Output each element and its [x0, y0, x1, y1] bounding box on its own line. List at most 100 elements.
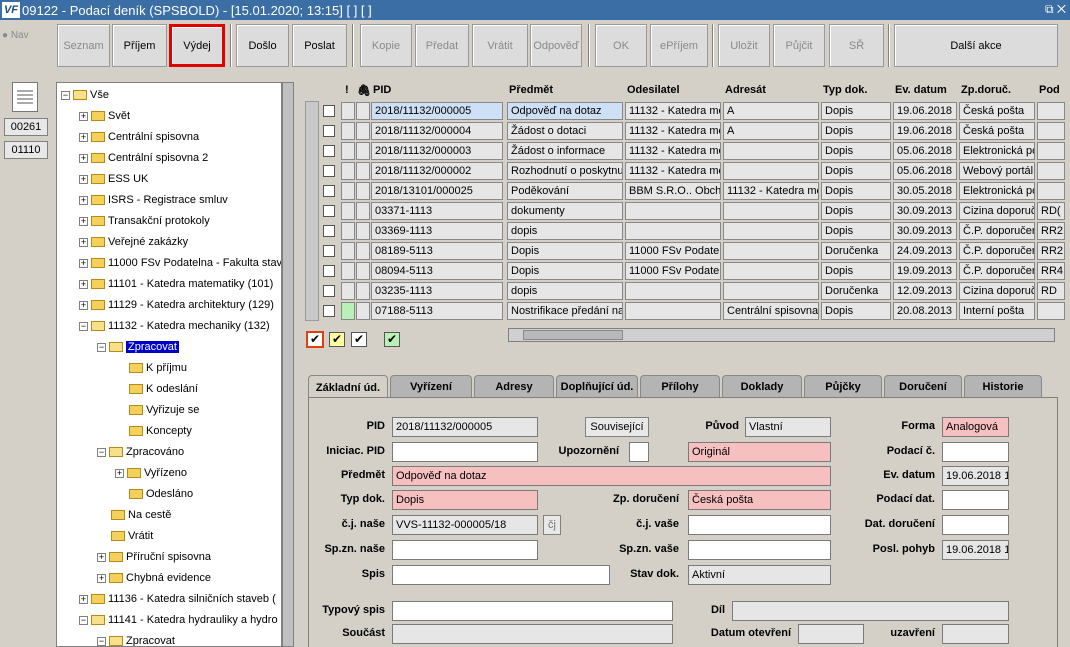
tree-item[interactable]: + Centrální spisovna 2 [79, 148, 208, 168]
grid-cell[interactable]: Webový portál [959, 162, 1035, 180]
grid-cell[interactable]: Dopis [821, 142, 891, 160]
expand-icon[interactable]: + [79, 111, 88, 121]
grid-cell[interactable]: Doručenka [821, 282, 891, 300]
row-checkbox[interactable] [323, 125, 335, 137]
grid-cell[interactable]: 24.09.2013 [893, 242, 957, 260]
soucast-field[interactable] [392, 624, 673, 644]
pravaha-field[interactable]: Originál [688, 442, 831, 462]
tree-item[interactable]: Odesláno [129, 484, 193, 504]
col-header-evdatum[interactable]: Ev. datum [893, 80, 959, 100]
grid-cell[interactable]: 07188-5113 [371, 302, 503, 320]
grid-cell[interactable]: Dopis [821, 262, 891, 280]
grid-cell[interactable]: dokumenty [507, 202, 623, 220]
tree-item[interactable]: + Transakční protokoly [79, 211, 210, 231]
row-flag-cell[interactable] [341, 282, 355, 300]
grid-cell[interactable]: Cizina doporuč [959, 282, 1035, 300]
grid-cell[interactable]: Interní pošta [959, 302, 1035, 320]
evdatum-field[interactable]: 19.06.2018 1 [942, 466, 1009, 486]
grid-cell[interactable] [625, 222, 721, 240]
grid-cell[interactable] [625, 282, 721, 300]
grid-cell[interactable]: Elektronická po [959, 142, 1035, 160]
attachment-icon[interactable]: 🖇 [355, 80, 371, 100]
collapse-icon[interactable]: − [97, 342, 106, 352]
vydej-button[interactable]: Výdej [169, 24, 225, 67]
tree-item[interactable]: + ISRS - Registrace smluv [79, 190, 228, 210]
row-checkbox[interactable] [323, 305, 335, 317]
grid-cell[interactable] [723, 242, 819, 260]
row-attachment-cell[interactable] [356, 222, 370, 240]
collapse-icon[interactable]: − [79, 615, 88, 625]
grid-cell[interactable]: Cizina doporuč [959, 202, 1035, 220]
grid-cell[interactable]: 30.05.2018 [893, 182, 957, 200]
row-attachment-cell[interactable] [356, 182, 370, 200]
tree-item[interactable]: − Zpracovat [97, 631, 175, 646]
grid-cell[interactable]: 11132 - Katedra me [723, 182, 819, 200]
grid-cell[interactable]: 2018/13101/000025 [371, 182, 503, 200]
grid-cell[interactable]: 11132 - Katedra me [625, 102, 721, 120]
spznvase-field[interactable] [688, 540, 831, 560]
row-checkbox[interactable] [323, 225, 335, 237]
row-flag-cell[interactable] [341, 102, 355, 120]
sr-button[interactable]: SŘ [829, 24, 884, 67]
grid-cell[interactable]: 30.09.2013 [893, 202, 957, 220]
collapse-icon[interactable]: − [79, 321, 88, 331]
grid-cell[interactable]: 20.08.2013 [893, 302, 957, 320]
tree-item-zpracovat[interactable]: − Zpracovat [97, 337, 179, 357]
grid-cell[interactable]: Rozhodnutí o poskytnut [507, 162, 623, 180]
grid-cell[interactable]: Elektronická po [959, 182, 1035, 200]
row-flag-cell[interactable] [341, 122, 355, 140]
grid-cell[interactable]: 08189-5113 [371, 242, 503, 260]
typdok-field[interactable]: Dopis [392, 490, 538, 510]
grid-cell[interactable]: 30.09.2013 [893, 222, 957, 240]
cj-button[interactable]: čj [543, 515, 561, 535]
expand-icon[interactable]: + [79, 258, 88, 268]
tree-item[interactable]: + Svět [79, 106, 130, 126]
eprijem-button[interactable]: ePříjem [650, 24, 708, 67]
grid-cell[interactable]: Česká pošta [959, 122, 1035, 140]
grid-cell[interactable] [1037, 142, 1065, 160]
souvisejici-button[interactable]: Související [585, 417, 649, 437]
stavdok-field[interactable]: Aktivní [688, 565, 831, 585]
kopie-button[interactable]: Kopie [360, 24, 412, 67]
grid-cell[interactable] [723, 142, 819, 160]
grid-cell[interactable]: RD( [1037, 202, 1065, 220]
expand-icon[interactable]: + [79, 216, 88, 226]
expand-icon[interactable]: + [79, 195, 88, 205]
tab-historie[interactable]: Historie [964, 375, 1042, 397]
typovyspis-field[interactable] [392, 601, 673, 621]
datdoruceni-field[interactable] [942, 515, 1009, 535]
collapse-icon[interactable]: − [61, 90, 70, 100]
uzavreni-field[interactable] [942, 624, 1009, 644]
grid-cell[interactable]: dopis [507, 282, 623, 300]
prijem-button[interactable]: Příjem [112, 24, 167, 67]
collapse-icon[interactable]: − [97, 636, 106, 646]
grid-cell[interactable]: Nostrifikace předání na [507, 302, 623, 320]
seznam-button[interactable]: Seznam [57, 24, 110, 67]
grid-cell[interactable] [1037, 122, 1065, 140]
expand-icon[interactable]: + [79, 132, 88, 142]
grid-cell[interactable]: 08094-5113 [371, 262, 503, 280]
grid-cell[interactable]: Doručenka [821, 242, 891, 260]
tree-item[interactable]: + Centrální spisovna [79, 127, 199, 147]
row-checkbox[interactable] [323, 285, 335, 297]
expand-icon[interactable]: + [79, 594, 88, 604]
col-header-adresat[interactable]: Adresát [723, 80, 821, 100]
expand-icon[interactable]: + [79, 300, 88, 310]
grid-cell[interactable]: Dopis [821, 162, 891, 180]
expand-icon[interactable]: + [79, 174, 88, 184]
grid-cell[interactable]: RR4 [1037, 262, 1065, 280]
row-flag-cell[interactable] [341, 182, 355, 200]
row-flag-cell[interactable] [341, 302, 355, 320]
spis-field[interactable] [392, 565, 610, 585]
grid-cell[interactable] [625, 202, 721, 220]
grid-cell[interactable] [723, 162, 819, 180]
row-attachment-cell[interactable] [356, 262, 370, 280]
dil-field[interactable] [732, 601, 1009, 621]
tab-pujcky[interactable]: Půjčky [804, 375, 882, 397]
predat-button[interactable]: Předat [415, 24, 469, 67]
grid-cell[interactable]: BBM S.R.O.. Obcho [625, 182, 721, 200]
tab-zakladni[interactable]: Základní úd. [308, 375, 388, 399]
tab-doruceni[interactable]: Doručení [884, 375, 962, 397]
row-checkbox[interactable] [323, 105, 335, 117]
grid-cell[interactable]: 03369-1113 [371, 222, 503, 240]
